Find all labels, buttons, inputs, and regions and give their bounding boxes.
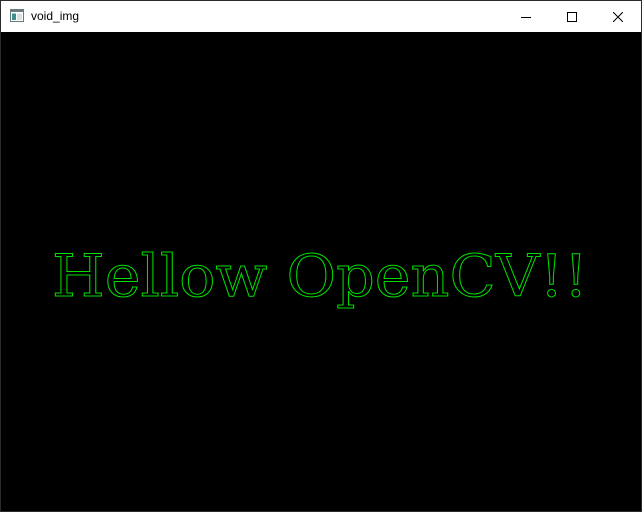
close-icon — [613, 11, 623, 22]
minimize-icon — [521, 12, 531, 22]
maximize-icon — [567, 11, 577, 22]
title-bar[interactable]: void_img — [1, 1, 641, 32]
minimize-button[interactable] — [503, 1, 549, 32]
image-canvas: Hellow OpenCV!! — [1, 32, 641, 511]
app-window-icon — [10, 9, 24, 22]
image-canvas-svg: Hellow OpenCV!! — [52, 242, 589, 311]
window-title: void_img — [31, 9, 80, 23]
maximize-button[interactable] — [549, 1, 595, 32]
canvas-text: Hellow OpenCV!! — [52, 242, 588, 310]
image-window: void_img Hellow OpenCV!! — [0, 0, 642, 512]
close-button[interactable] — [595, 1, 641, 32]
